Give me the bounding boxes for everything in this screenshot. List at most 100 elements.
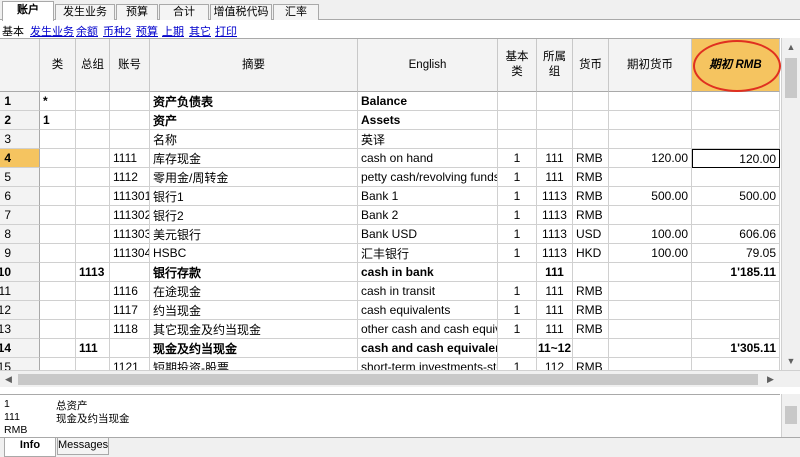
cell-opening-currency[interactable] [609, 206, 692, 225]
column-header-group[interactable]: 总组 [76, 39, 110, 92]
row-number[interactable]: 6 [0, 187, 40, 206]
cell-gr[interactable]: 111 [537, 149, 573, 168]
cell-english[interactable]: cash equivalents [358, 301, 498, 320]
cell-gr[interactable]: 111 [537, 282, 573, 301]
cell-english[interactable]: Assets [358, 111, 498, 130]
cell-currency[interactable]: RMB [573, 149, 609, 168]
cell-bclass[interactable] [498, 111, 537, 130]
cell-english[interactable]: cash on hand [358, 149, 498, 168]
cell-currency[interactable] [573, 130, 609, 149]
view-currency2[interactable]: 币种2 [103, 23, 131, 39]
cell-english[interactable]: Bank 2 [358, 206, 498, 225]
cell-opening-currency[interactable] [609, 130, 692, 149]
table-row[interactable]: 6 111301 银行1 Bank 1 1 1113 RMB 500.00 500.00 [0, 187, 780, 206]
cell-opening-currency[interactable] [609, 282, 692, 301]
cell-section[interactable] [40, 301, 76, 320]
cell-opening-currency[interactable]: 100.00 [609, 244, 692, 263]
cell-group[interactable] [76, 168, 110, 187]
cell-currency[interactable] [573, 111, 609, 130]
cell-bclass[interactable] [498, 263, 537, 282]
row-number[interactable]: 4 [0, 149, 40, 168]
view-other[interactable]: 其它 [189, 23, 211, 39]
cell-group[interactable] [76, 301, 110, 320]
cell-opening-rmb[interactable] [692, 92, 780, 111]
row-number[interactable]: 13 [0, 320, 40, 339]
tab-messages[interactable]: Messages [57, 438, 109, 455]
tab-transactions[interactable]: 发生业务 [55, 4, 115, 20]
scroll-thumb[interactable] [785, 406, 797, 424]
cell-account[interactable] [110, 111, 150, 130]
scroll-thumb[interactable] [18, 374, 758, 385]
row-number[interactable]: 3 [0, 130, 40, 149]
view-basic[interactable]: 基本 [2, 23, 24, 39]
cell-group[interactable] [76, 149, 110, 168]
cell-bclass[interactable]: 1 [498, 282, 537, 301]
table-row[interactable]: 4 1111 库存现金 cash on hand 1 111 RMB 120.00 120.00 [0, 149, 780, 168]
cell-gr[interactable]: 11~12 [537, 339, 573, 358]
cell-opening-rmb[interactable] [692, 301, 780, 320]
cell-description[interactable]: 银行存款 [150, 263, 358, 282]
triangle-down-icon[interactable]: ▼ [782, 352, 800, 370]
cell-group[interactable] [76, 130, 110, 149]
cell-gr[interactable] [537, 111, 573, 130]
column-header-section[interactable]: 类 [40, 39, 76, 92]
cell-currency[interactable]: RMB [573, 358, 609, 370]
cell-account[interactable] [110, 339, 150, 358]
table-row[interactable]: 151121短期投资-股票short-term investments-stoc… [0, 358, 780, 370]
column-header-english[interactable]: English [358, 39, 498, 92]
cell-group[interactable] [76, 320, 110, 339]
cell-gr[interactable]: 112 [537, 358, 573, 370]
cell-opening-rmb[interactable] [692, 111, 780, 130]
cell-opening-rmb[interactable]: 500.00 [692, 187, 780, 206]
cell-gr[interactable]: 1113 [537, 244, 573, 263]
cell-bclass[interactable] [498, 130, 537, 149]
triangle-right-icon[interactable]: ▶ [762, 371, 779, 388]
table-row[interactable]: 10 1113 银行存款cash in bank 111 1'185.11 [0, 263, 780, 282]
cell-english[interactable]: other cash and cash equivalents [358, 320, 498, 339]
column-header-currency[interactable]: 货币 [573, 39, 609, 92]
table-row[interactable]: 9 111304 HSBC 汇丰银行 1 1113 HKD 100.00 79.05 [0, 244, 780, 263]
cell-english[interactable]: petty cash/revolving funds [358, 168, 498, 187]
cell-english[interactable]: Bank 1 [358, 187, 498, 206]
cell-section[interactable] [40, 149, 76, 168]
cell-bclass[interactable]: 1 [498, 225, 537, 244]
cell-gr[interactable]: 1113 [537, 225, 573, 244]
cell-section[interactable] [40, 187, 76, 206]
cell-opening-rmb[interactable] [692, 282, 780, 301]
cell-description[interactable]: 银行1 [150, 187, 358, 206]
table-row[interactable]: 3 名称 英译 [0, 130, 780, 149]
cell-group[interactable]: 1113 [76, 263, 110, 282]
cell-bclass[interactable] [498, 92, 537, 111]
cell-gr[interactable] [537, 92, 573, 111]
cell-currency[interactable]: RMB [573, 206, 609, 225]
cell-opening-rmb[interactable] [692, 168, 780, 187]
tab-exchange-rates[interactable]: 汇率 [273, 4, 319, 20]
cell-gr[interactable] [537, 130, 573, 149]
cell-description[interactable]: 零用金/周转金 [150, 168, 358, 187]
cell-currency[interactable]: RMB [573, 282, 609, 301]
cell-bclass[interactable]: 1 [498, 206, 537, 225]
cell-currency[interactable] [573, 339, 609, 358]
cell-currency[interactable]: HKD [573, 244, 609, 263]
cell-section[interactable] [40, 225, 76, 244]
row-number[interactable]: 2 [0, 111, 40, 130]
row-number[interactable]: 1 [0, 92, 40, 111]
cell-gr[interactable]: 111 [537, 263, 573, 282]
cell-description[interactable]: 库存现金 [150, 149, 358, 168]
cell-group[interactable]: 111 [76, 339, 110, 358]
cell-group[interactable] [76, 92, 110, 111]
cell-currency[interactable]: RMB [573, 168, 609, 187]
cell-opening-rmb[interactable]: 606.06 [692, 225, 780, 244]
cell-english[interactable]: Balance [358, 92, 498, 111]
cell-group[interactable] [76, 282, 110, 301]
cell-opening-rmb[interactable] [692, 320, 780, 339]
cell-section[interactable] [40, 244, 76, 263]
cell-group[interactable] [76, 244, 110, 263]
cell-english[interactable]: cash in bank [358, 263, 498, 282]
cell-english[interactable]: Bank USD [358, 225, 498, 244]
cell-section[interactable] [40, 358, 76, 370]
cell-account[interactable]: 1111 [110, 149, 150, 168]
cell-english[interactable]: cash and cash equivalents [358, 339, 498, 358]
cell-gr[interactable]: 111 [537, 301, 573, 320]
table-row[interactable]: 13 1118其它现金及约当现金other cash and cash equiv… [0, 320, 780, 339]
